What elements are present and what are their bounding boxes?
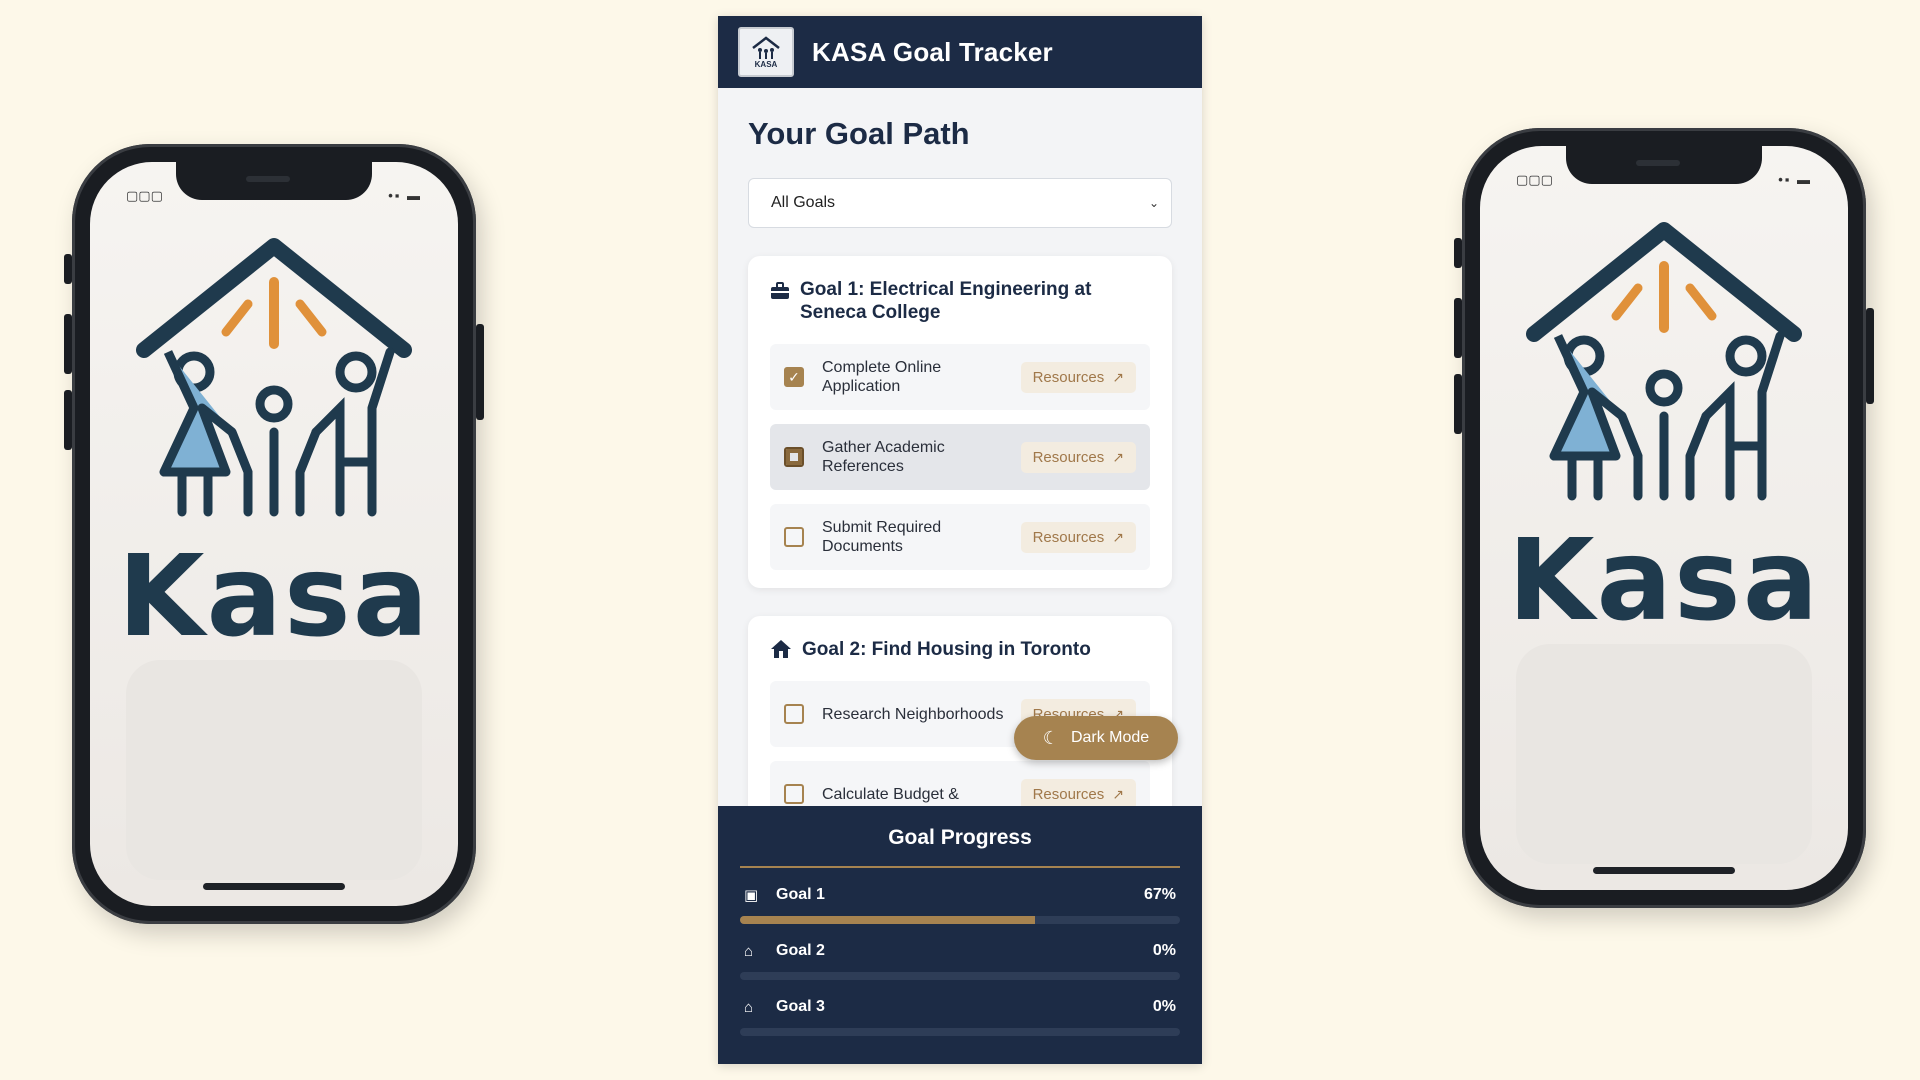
- power-button: [476, 324, 484, 420]
- resources-label: Resources: [1032, 448, 1105, 466]
- task-checkbox[interactable]: [784, 447, 804, 467]
- volume-up-button: [64, 314, 72, 374]
- volume-down-button: [1454, 374, 1462, 434]
- house-icon: [771, 640, 791, 658]
- task-label: Submit Required Documents: [822, 519, 942, 555]
- resources-label: Resources: [1032, 528, 1105, 546]
- right-phone-mockup: ▢▢▢ •▪ ▬ Kasa: [1454, 128, 1874, 908]
- volume-down-button: [64, 390, 72, 450]
- progress-row-goal-2: ⌂ Goal 2 0%: [740, 942, 1180, 980]
- task-item[interactable]: ✓ Complete Online Application Resources …: [770, 344, 1150, 410]
- progress-percent: 0%: [1152, 942, 1176, 959]
- task-item[interactable]: Gather Academic References Resources ↗: [770, 424, 1150, 490]
- status-bar-right: •▪ ▬: [1778, 172, 1812, 187]
- logo-caption: KASA: [754, 59, 778, 69]
- mute-switch: [64, 254, 72, 284]
- resources-button[interactable]: Resources ↗: [1020, 441, 1136, 473]
- house-icon: ⌂: [744, 998, 754, 1016]
- task-item[interactable]: Submit Required Documents Resources ↗: [770, 504, 1150, 570]
- resources-label: Resources: [1032, 785, 1105, 803]
- app-title: KASA Goal Tracker: [812, 36, 1053, 67]
- goal-card-1: Goal 1: Electrical Engineering at Seneca…: [748, 256, 1172, 588]
- power-button: [1866, 308, 1874, 404]
- resources-label: Resources: [1032, 368, 1105, 386]
- progress-bar: [740, 1028, 1180, 1036]
- progress-row-goal-1: ▣ Goal 1 67%: [740, 886, 1180, 924]
- brand-wordmark: Kasa: [1507, 516, 1821, 646]
- task-checkbox[interactable]: [784, 527, 804, 547]
- external-link-icon: ↗: [1112, 448, 1124, 465]
- goal-header: Goal 1: Electrical Engineering at Seneca…: [770, 278, 1150, 324]
- phone-notch: [1566, 146, 1762, 184]
- phone-placeholder-card: [126, 660, 422, 880]
- phone-notch: [176, 162, 372, 200]
- goal-filter-select[interactable]: All Goals ⌄: [748, 178, 1172, 228]
- brand-wordmark: Kasa: [117, 532, 431, 662]
- progress-title: Goal Progress: [740, 806, 1180, 868]
- kasa-logo-icon: [1526, 222, 1802, 501]
- resources-button[interactable]: Resources ↗: [1020, 361, 1136, 393]
- external-link-icon: ↗: [1112, 528, 1124, 545]
- goal-title: Goal 1: Electrical Engineering at Seneca…: [800, 279, 1092, 323]
- left-phone-mockup: ▢▢▢ •▪ ▬ Kasa: [64, 144, 484, 924]
- resources-button[interactable]: Resources ↗: [1020, 521, 1136, 553]
- volume-up-button: [1454, 298, 1462, 358]
- status-bar-left: ▢▢▢: [126, 188, 163, 203]
- progress-percent: 67%: [1143, 886, 1176, 903]
- moon-icon: ☾: [1042, 727, 1059, 748]
- home-indicator: [1593, 867, 1735, 874]
- progress-bar-fill: [740, 916, 1035, 924]
- goal-tracker-app: KASA KASA Goal Tracker Your Goal Path Al…: [718, 16, 1202, 1064]
- chevron-down-icon: ⌄: [1148, 196, 1159, 210]
- status-bar-left: ▢▢▢: [1516, 172, 1553, 187]
- task-label: Calculate Budget &: [822, 785, 959, 803]
- progress-row-goal-3: ⌂ Goal 3 0%: [740, 998, 1180, 1036]
- phone-placeholder-card: [1516, 644, 1812, 864]
- task-checkbox[interactable]: [784, 784, 804, 804]
- task-checkbox[interactable]: [784, 704, 804, 724]
- external-link-icon: ↗: [1112, 368, 1124, 385]
- task-label: Gather Academic References: [822, 439, 945, 475]
- progress-percent: 0%: [1152, 998, 1176, 1015]
- task-label: Research Neighborhoods: [822, 705, 1004, 723]
- status-bar-right: •▪ ▬: [388, 188, 422, 203]
- goal-header: Goal 2: Find Housing in Toronto: [770, 638, 1150, 661]
- briefcase-icon: ▣: [744, 887, 759, 904]
- external-link-icon: ↗: [1112, 785, 1124, 802]
- dark-mode-label: Dark Mode: [1070, 729, 1150, 746]
- app-header: KASA KASA Goal Tracker: [718, 16, 1202, 88]
- dark-mode-toggle-button[interactable]: ☾ Dark Mode: [1014, 716, 1178, 760]
- progress-goal-name: Goal 1: [776, 886, 825, 903]
- goal-title: Goal 2: Find Housing in Toronto: [802, 639, 1091, 660]
- page-title: Your Goal Path: [748, 116, 970, 151]
- house-family-icon: [752, 35, 780, 59]
- house-icon: ⌂: [744, 942, 754, 960]
- home-indicator: [203, 883, 345, 890]
- progress-bar: [740, 916, 1180, 924]
- task-label: Complete Online Application: [822, 359, 942, 395]
- resources-button[interactable]: Resources ↗: [1020, 778, 1136, 810]
- phone-screen: ▢▢▢ •▪ ▬ Kasa: [1480, 146, 1848, 890]
- app-logo[interactable]: KASA: [738, 27, 794, 77]
- progress-bar: [740, 972, 1180, 980]
- task-checkbox[interactable]: ✓: [784, 367, 804, 387]
- goal-progress-panel: Goal Progress ▣ Goal 1 67% ⌂ Goal 2 0% ⌂…: [718, 806, 1202, 1064]
- goal-filter-value: All Goals: [771, 194, 836, 211]
- kasa-logo-icon: [136, 238, 412, 517]
- briefcase-icon: [771, 282, 789, 299]
- progress-goal-name: Goal 3: [776, 998, 825, 1015]
- phone-screen: ▢▢▢ •▪ ▬ Kasa: [90, 162, 458, 906]
- progress-goal-name: Goal 2: [776, 942, 825, 959]
- mute-switch: [1454, 238, 1462, 268]
